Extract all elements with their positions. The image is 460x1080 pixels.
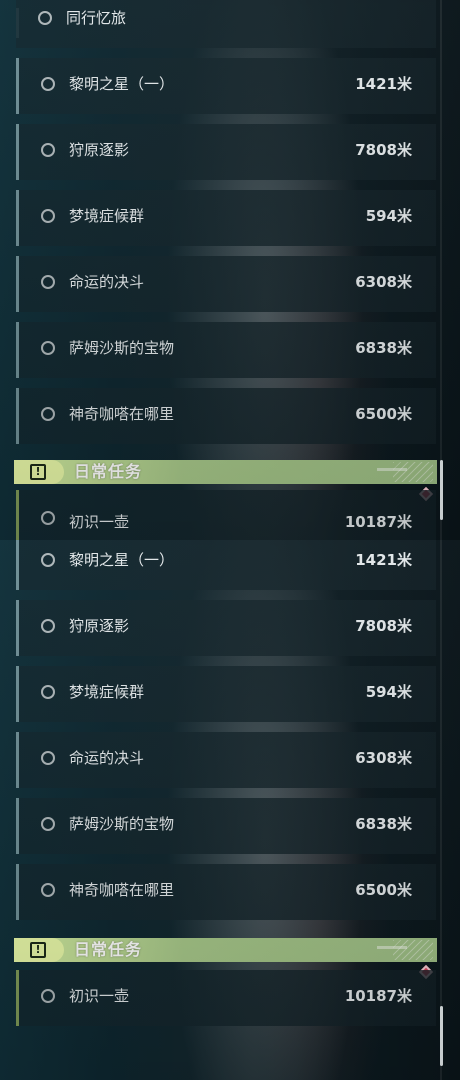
quest-name: 黎明之星（一） — [69, 75, 175, 93]
quest-name: 命运的决斗 — [69, 749, 145, 767]
quest-row[interactable]: 黎明之星（一） 1421米 — [16, 58, 436, 114]
radio-icon[interactable] — [41, 989, 55, 1003]
quest-distance: 6500米 — [355, 405, 412, 423]
quest-distance: 594米 — [365, 207, 412, 225]
quest-distance: 1421米 — [355, 551, 412, 569]
radio-icon[interactable] — [41, 407, 55, 421]
quest-distance: 6500米 — [355, 881, 412, 899]
quest-distance: 10187米 — [344, 987, 412, 1005]
quest-name: 初识一壶 — [69, 987, 130, 1005]
radio-icon[interactable] — [41, 143, 55, 157]
quest-name: 黎明之星（一） — [69, 551, 175, 569]
quest-row[interactable]: 命运的决斗 6308米 — [16, 732, 436, 788]
daily-quest-row-partial[interactable]: 初识一壶 10187米 — [16, 490, 436, 540]
exclamation-icon: ! — [30, 464, 46, 480]
quest-row[interactable]: 萨姆沙斯的宝物 6838米 — [16, 322, 436, 378]
radio-icon[interactable] — [41, 209, 55, 223]
quest-row[interactable]: 萨姆沙斯的宝物 6838米 — [16, 798, 436, 854]
section-title: 日常任务 — [74, 462, 143, 481]
quest-name: 神奇咖嗒在哪里 — [69, 405, 175, 423]
quest-name: 同行忆旅 — [66, 9, 127, 27]
radio-icon[interactable] — [41, 341, 55, 355]
quest-distance: 10187米 — [344, 513, 412, 531]
quest-row[interactable]: 神奇咖嗒在哪里 6500米 — [16, 864, 436, 920]
quest-distance: 1421米 — [355, 75, 412, 93]
header-stripes — [393, 462, 433, 482]
section-title: 日常任务 — [74, 940, 143, 959]
quest-row[interactable]: 梦境症候群 594米 — [16, 190, 436, 246]
quest-row[interactable]: 梦境症候群 594米 — [16, 666, 436, 722]
exclamation-icon: ! — [30, 942, 46, 958]
radio-icon[interactable] — [41, 817, 55, 831]
quest-name: 初识一壶 — [69, 513, 130, 531]
quest-row[interactable]: 命运的决斗 6308米 — [16, 256, 436, 312]
scrollbar-track[interactable] — [440, 0, 442, 540]
quest-row[interactable]: 神奇咖嗒在哪里 6500米 — [16, 388, 436, 444]
quest-distance: 594米 — [365, 683, 412, 701]
radio-icon[interactable] — [41, 275, 55, 289]
scrollbar-thumb[interactable] — [440, 460, 443, 520]
quest-name: 萨姆沙斯的宝物 — [69, 339, 175, 357]
quest-name: 狩原逐影 — [69, 141, 130, 159]
quest-name: 萨姆沙斯的宝物 — [69, 815, 175, 833]
quest-name: 梦境症候群 — [69, 207, 145, 225]
quest-name: 狩原逐影 — [69, 617, 130, 635]
quest-row[interactable]: 狩原逐影 7808米 — [16, 600, 436, 656]
quest-distance: 6838米 — [355, 815, 412, 833]
quest-row[interactable]: 狩原逐影 7808米 — [16, 124, 436, 180]
radio-icon[interactable] — [41, 751, 55, 765]
radio-icon[interactable] — [41, 511, 55, 525]
quest-distance: 6308米 — [355, 273, 412, 291]
quest-name: 神奇咖嗒在哪里 — [69, 881, 175, 899]
quest-distance: 7808米 — [355, 617, 412, 635]
radio-icon[interactable] — [41, 77, 55, 91]
radio-icon[interactable] — [41, 883, 55, 897]
quest-distance: 6838米 — [355, 339, 412, 357]
quest-panel-top: 同行忆旅 黎明之星（一） 1421米 狩原逐影 7808米 梦境症候群 594米… — [0, 0, 460, 540]
radio-icon[interactable] — [41, 685, 55, 699]
quest-distance: 6308米 — [355, 749, 412, 767]
quest-row[interactable]: 黎明之星（一） 1421米 — [16, 540, 436, 590]
daily-quests-header[interactable]: ! 日常任务 — [14, 460, 437, 484]
quest-name: 命运的决斗 — [69, 273, 145, 291]
header-stripes — [393, 940, 433, 960]
daily-quest-row[interactable]: 初识一壶 10187米 — [16, 970, 436, 1026]
radio-icon[interactable] — [41, 619, 55, 633]
scrollbar-thumb[interactable] — [440, 1006, 443, 1066]
radio-icon[interactable] — [41, 553, 55, 567]
quest-distance: 7808米 — [355, 141, 412, 159]
radio-icon[interactable] — [38, 11, 52, 25]
scrollbar-track[interactable] — [440, 540, 442, 1080]
quest-panel-bottom: 黎明之星（一） 1421米 狩原逐影 7808米 梦境症候群 594米 命运的决… — [0, 540, 460, 1080]
quest-name: 梦境症候群 — [69, 683, 145, 701]
quest-row-partial[interactable]: 同行忆旅 — [16, 0, 436, 48]
daily-quests-header[interactable]: ! 日常任务 — [14, 938, 437, 962]
